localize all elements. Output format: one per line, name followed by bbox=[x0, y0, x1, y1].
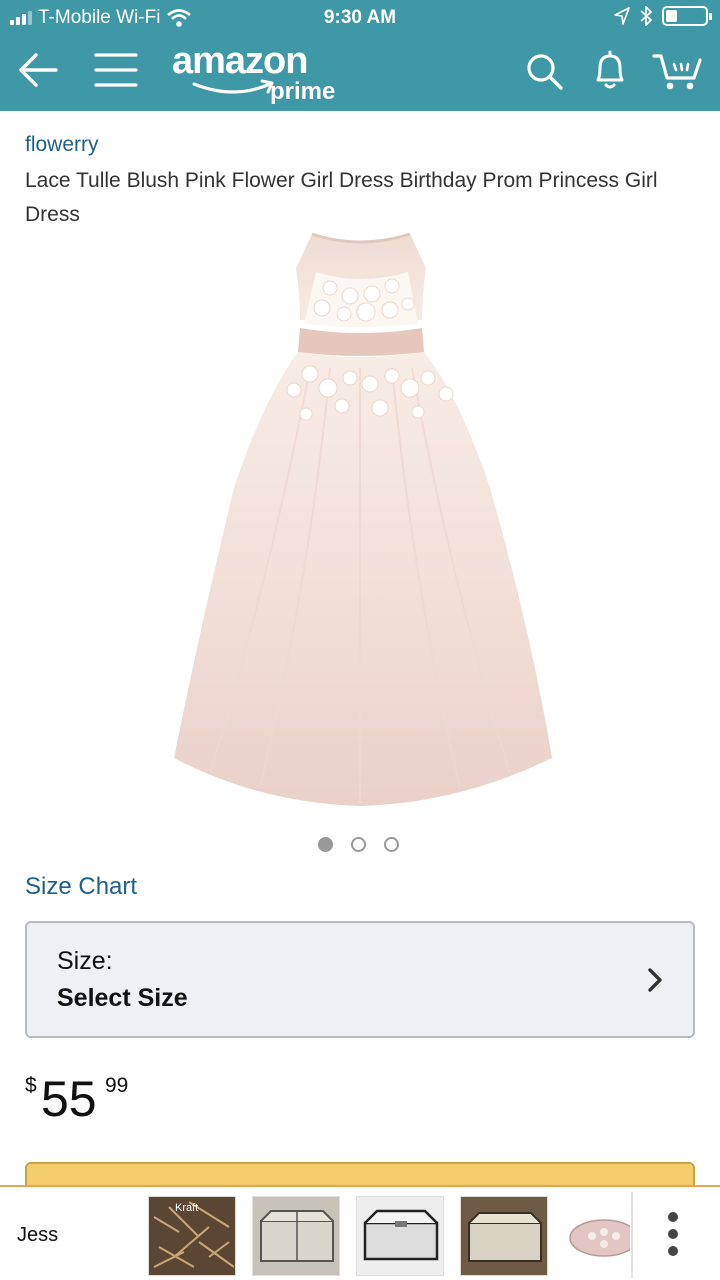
tray-divider bbox=[631, 1192, 633, 1278]
amazon-prime-logo[interactable]: amazon prime bbox=[172, 40, 352, 105]
location-arrow-icon bbox=[614, 7, 630, 25]
pager-dot[interactable] bbox=[318, 837, 333, 852]
bell-icon[interactable] bbox=[590, 50, 630, 92]
battery-icon bbox=[662, 6, 712, 26]
pager-dot[interactable] bbox=[351, 837, 366, 852]
menu-icon[interactable] bbox=[94, 52, 138, 88]
tray-user-name: Jess bbox=[17, 1224, 59, 1246]
recent-item-thumbnail[interactable] bbox=[460, 1196, 548, 1276]
size-chart-link[interactable]: Size Chart bbox=[25, 873, 137, 901]
status-right bbox=[614, 6, 712, 26]
size-value: Select Size bbox=[57, 984, 188, 1012]
price-fraction: 99 bbox=[105, 1074, 129, 1097]
size-label: Size: bbox=[57, 947, 113, 975]
recent-item-thumbnail[interactable]: Kraft bbox=[148, 1196, 236, 1276]
pager-dot[interactable] bbox=[384, 837, 399, 852]
price-whole: 55 bbox=[41, 1071, 97, 1127]
product-image[interactable] bbox=[160, 228, 560, 813]
cart-icon[interactable] bbox=[652, 50, 704, 92]
more-options-icon[interactable] bbox=[668, 1212, 678, 1256]
brand-link[interactable]: flowerry bbox=[25, 133, 99, 157]
size-selector[interactable]: Size: Select Size bbox=[25, 921, 695, 1038]
logo-prime: prime bbox=[270, 78, 336, 105]
thumb-label: Kraft bbox=[175, 1202, 198, 1214]
recent-item-thumbnail[interactable] bbox=[356, 1196, 444, 1276]
clock: 9:30 AM bbox=[323, 7, 397, 28]
product-title: Lace Tulle Blush Pink Flower Girl Dress … bbox=[25, 169, 658, 226]
recent-item-thumbnail[interactable] bbox=[252, 1196, 340, 1276]
smile-arrow-icon bbox=[192, 79, 274, 94]
price-currency: $ bbox=[25, 1074, 37, 1097]
top-bar: T-Mobile Wi-Fi 9:30 AM amazon prime bbox=[0, 0, 720, 111]
bluetooth-icon bbox=[640, 6, 652, 26]
status-bar: T-Mobile Wi-Fi 9:30 AM bbox=[0, 0, 720, 36]
search-icon[interactable] bbox=[525, 52, 565, 92]
image-pager[interactable] bbox=[318, 837, 399, 852]
recent-item-thumbnail[interactable] bbox=[564, 1196, 630, 1276]
chevron-right-icon bbox=[648, 968, 662, 992]
recently-viewed-tray: Jess Kraft bbox=[0, 1185, 720, 1280]
navigation-header: amazon prime bbox=[0, 36, 720, 111]
logo-word: amazon bbox=[172, 40, 308, 82]
back-arrow-icon[interactable] bbox=[16, 52, 60, 88]
